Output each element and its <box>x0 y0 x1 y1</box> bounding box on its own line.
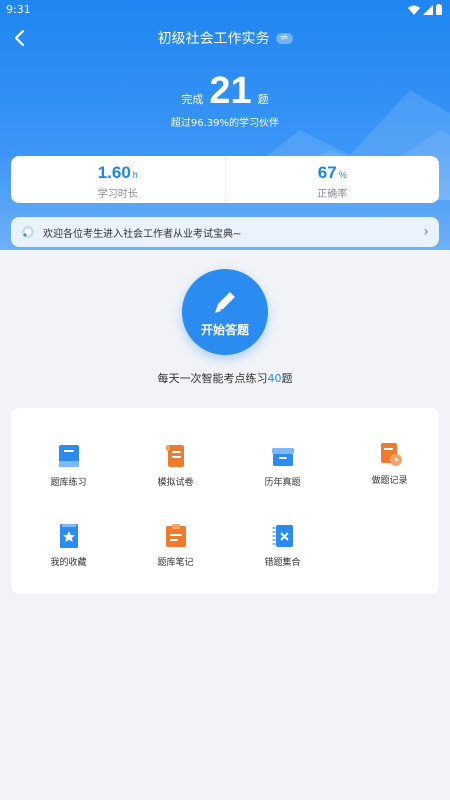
stat-unit: h <box>132 170 138 180</box>
menu-label: 做题记录 <box>371 476 408 486</box>
ranking-text: 超过96.39%的学习伙伴 <box>170 118 280 129</box>
scroll-icon <box>165 445 184 467</box>
completed-number: 21 <box>209 70 252 112</box>
stat-value: 67 <box>317 163 337 182</box>
menu-label: 题库练习 <box>50 478 87 488</box>
battery-icon <box>436 4 442 15</box>
stat-label: 学习时长 <box>97 189 138 200</box>
menu-question-bank[interactable]: 题库练习 <box>15 442 122 488</box>
menu-label: 模拟试卷 <box>157 478 194 488</box>
wrong-answers-icon <box>272 525 293 547</box>
record-clock-icon <box>380 443 402 466</box>
daily-prefix: 每天一次智能考点练习 <box>157 372 268 385</box>
stats-card: 1.60 h 学习时长 67% 正确率 <box>11 156 439 203</box>
stat-label: 正确率 <box>317 189 348 200</box>
completed-count: 完成 21 题 <box>0 70 450 113</box>
menu-label: 错题集合 <box>264 558 301 568</box>
menu-grid: 题库练习 模拟试卷 历年真题 做题记录 我的收藏 题库笔记 错题集合 <box>11 408 439 594</box>
notes-icon <box>165 524 186 547</box>
completed-suffix: 题 <box>257 93 269 106</box>
announcement-icon <box>22 226 34 238</box>
menu-past-exams[interactable]: 历年真题 <box>229 442 336 488</box>
wifi-icon <box>408 5 420 15</box>
menu-label: 我的收藏 <box>50 558 87 568</box>
notice-text: 欢迎各位考生进入社会工作者从业考试宝典~ <box>43 228 242 240</box>
menu-wrong-answers[interactable]: 错题集合 <box>229 522 336 568</box>
menu-label: 题库笔记 <box>157 558 194 568</box>
stat-unit: % <box>338 170 347 180</box>
completed-prefix: 完成 <box>181 93 204 106</box>
header-banner: 9:31 初级社会工作实务 ⇌ 完成 21 题 超过96.39%的学习伙伴 <box>0 0 450 250</box>
menu-mock-exam[interactable]: 模拟试卷 <box>122 442 229 488</box>
page-title: 初级社会工作实务 <box>157 31 270 47</box>
stat-value: 1.60 <box>97 163 131 182</box>
archive-box-icon <box>271 448 294 466</box>
status-time: 9:31 <box>6 3 31 16</box>
daily-practice-text: 每天一次智能考点练习40题 <box>0 370 450 386</box>
signal-icon <box>423 4 433 15</box>
start-quiz-label: 开始答题 <box>200 322 249 337</box>
notice-bar[interactable]: 欢迎各位考生进入社会工作者从业考试宝典~ › <box>11 217 439 247</box>
menu-label: 历年真题 <box>264 478 301 488</box>
menu-favorites[interactable]: 我的收藏 <box>15 522 122 568</box>
menu-notes[interactable]: 题库笔记 <box>122 522 229 568</box>
star-bookmark-icon <box>59 524 78 548</box>
daily-count: 40 <box>267 372 282 385</box>
start-quiz-button[interactable]: 开始答题 <box>182 269 268 355</box>
chevron-right-icon: › <box>423 224 429 240</box>
status-bar: 9:31 <box>0 0 450 20</box>
menu-practice-history[interactable]: 做题记录 <box>336 440 443 486</box>
book-icon <box>58 445 79 467</box>
pencil-icon <box>215 291 235 313</box>
daily-suffix: 题 <box>281 372 293 385</box>
stat-accuracy: 67% 正确率 <box>224 156 440 203</box>
title-switcher[interactable]: 初级社会工作实务 ⇌ <box>0 28 450 48</box>
swap-icon[interactable]: ⇌ <box>275 32 293 44</box>
stat-study-time: 1.60 h 学习时长 <box>11 156 225 203</box>
